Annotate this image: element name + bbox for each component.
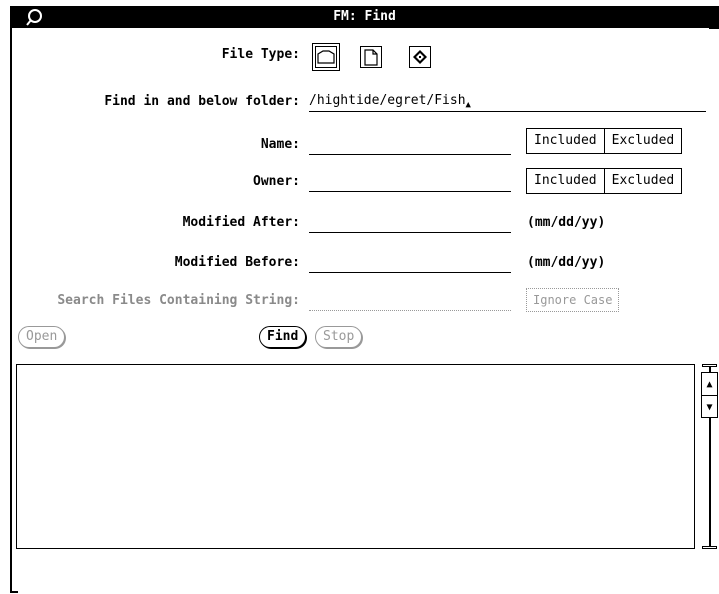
results-list[interactable] (16, 364, 695, 549)
file-type-label: File Type: (221, 47, 300, 62)
application-type-button[interactable] (409, 46, 431, 68)
search-string-input[interactable] (309, 292, 511, 311)
owner-label: Owner: (253, 174, 300, 189)
name-input[interactable] (309, 136, 511, 155)
modified-before-format-hint: (mm/dd/yy) (527, 255, 606, 270)
document-type-button[interactable] (360, 46, 382, 68)
scroll-up-arrow-icon[interactable]: ▲ (702, 373, 717, 395)
folder-icon (317, 50, 335, 64)
owner-input[interactable] (309, 173, 511, 192)
scroll-down-arrow-icon[interactable]: ▼ (702, 395, 717, 418)
modified-after-label: Modified After: (182, 215, 300, 230)
owner-included-excluded[interactable]: Included Excluded (526, 168, 683, 194)
find-button[interactable]: Find (259, 326, 307, 348)
owner-excluded-option[interactable]: Excluded (603, 169, 682, 193)
open-button[interactable]: Open (18, 326, 66, 348)
window-frame-corner-top (709, 28, 719, 29)
title-bar[interactable]: FM: Find (10, 6, 719, 28)
search-string-label: Search Files Containing String: (57, 293, 300, 308)
stop-button[interactable]: Stop (315, 326, 363, 348)
scrollbar-elevator[interactable]: ▲ ▼ (701, 372, 718, 418)
name-included-excluded[interactable]: Included Excluded (526, 128, 683, 154)
window-frame-corner (10, 591, 18, 593)
owner-included-option[interactable]: Included (527, 169, 604, 193)
folder-input-value: /hightide/egret/Fish (309, 93, 466, 108)
name-included-option[interactable]: Included (527, 129, 604, 153)
modified-after-input[interactable] (309, 214, 511, 233)
modified-before-label: Modified Before: (174, 255, 300, 270)
modified-after-format-hint: (mm/dd/yy) (527, 215, 606, 230)
modified-before-input[interactable] (309, 254, 511, 273)
document-icon (364, 48, 378, 66)
window-frame-left (10, 28, 12, 593)
name-excluded-option[interactable]: Excluded (603, 129, 682, 153)
text-caret: ▲ (465, 100, 471, 110)
application-icon (413, 50, 427, 64)
scrollbar-cable-lower (709, 418, 711, 546)
name-label: Name: (260, 137, 300, 152)
folder-label: Find in and below folder: (104, 94, 300, 109)
window-title: FM: Find (333, 9, 396, 24)
ignore-case-toggle[interactable]: Ignore Case (526, 288, 620, 312)
folder-input[interactable]: /hightide/egret/Fish▲ (309, 93, 706, 112)
folder-type-button[interactable] (312, 43, 340, 71)
scrollbar-bottom-cable-anchor[interactable] (702, 546, 717, 549)
results-scrollbar[interactable]: ▲ ▼ (701, 364, 718, 551)
